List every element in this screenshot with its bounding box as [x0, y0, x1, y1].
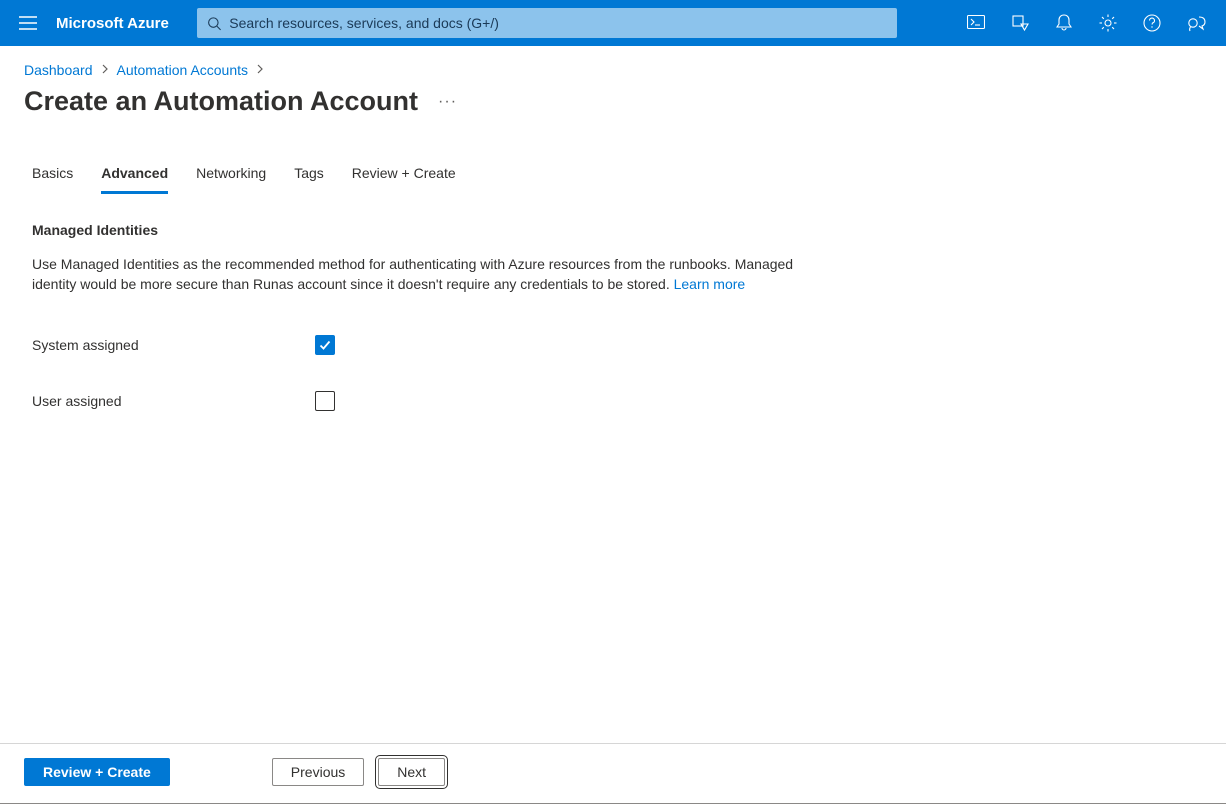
breadcrumb: Dashboard Automation Accounts	[0, 46, 1226, 82]
bell-icon	[1056, 14, 1072, 32]
breadcrumb-item-dashboard[interactable]: Dashboard	[24, 62, 93, 78]
system-assigned-label: System assigned	[32, 337, 315, 353]
filter-icon	[1011, 14, 1029, 32]
help-button[interactable]	[1130, 1, 1174, 45]
help-icon	[1143, 14, 1161, 32]
notifications-button[interactable]	[1042, 1, 1086, 45]
tabs: Basics Advanced Networking Tags Review +…	[0, 125, 1226, 194]
brand-label[interactable]: Microsoft Azure	[56, 15, 169, 32]
tab-basics[interactable]: Basics	[32, 165, 73, 194]
header-icons	[954, 1, 1218, 45]
search-icon	[207, 16, 222, 31]
review-create-button[interactable]: Review + Create	[24, 758, 170, 786]
form-row-user-assigned: User assigned	[32, 391, 828, 411]
section-description: Use Managed Identities as the recommende…	[32, 254, 828, 295]
page-title: Create an Automation Account	[24, 86, 418, 117]
user-assigned-label: User assigned	[32, 393, 315, 409]
chevron-right-icon	[101, 64, 109, 77]
breadcrumb-item-automation-accounts[interactable]: Automation Accounts	[117, 62, 249, 78]
learn-more-link[interactable]: Learn more	[674, 276, 746, 292]
next-button[interactable]: Next	[378, 758, 445, 786]
hamburger-icon	[19, 16, 37, 30]
tab-networking[interactable]: Networking	[196, 165, 266, 194]
user-assigned-checkbox[interactable]	[315, 391, 335, 411]
search-box[interactable]	[197, 8, 897, 38]
cloud-shell-icon	[967, 15, 985, 31]
checkmark-icon	[318, 338, 332, 352]
tab-advanced[interactable]: Advanced	[101, 165, 168, 194]
cloud-shell-button[interactable]	[954, 1, 998, 45]
form-row-system-assigned: System assigned	[32, 335, 828, 355]
system-assigned-checkbox[interactable]	[315, 335, 335, 355]
hamburger-menu-button[interactable]	[8, 3, 48, 43]
chevron-right-icon	[256, 64, 264, 77]
search-input[interactable]	[229, 15, 887, 31]
section-heading: Managed Identities	[32, 222, 828, 238]
gear-icon	[1099, 14, 1117, 32]
directory-filter-button[interactable]	[998, 1, 1042, 45]
more-actions-button[interactable]: ···	[438, 93, 457, 111]
footer: Review + Create Previous Next	[0, 743, 1226, 804]
previous-button[interactable]: Previous	[272, 758, 364, 786]
feedback-icon	[1186, 14, 1206, 32]
tab-tags[interactable]: Tags	[294, 165, 324, 194]
top-header: Microsoft Azure	[0, 0, 1226, 46]
page-title-row: Create an Automation Account ···	[0, 82, 1226, 125]
section-managed-identities: Managed Identities Use Managed Identitie…	[0, 194, 860, 411]
feedback-button[interactable]	[1174, 1, 1218, 45]
tab-review-create[interactable]: Review + Create	[352, 165, 456, 194]
settings-button[interactable]	[1086, 1, 1130, 45]
